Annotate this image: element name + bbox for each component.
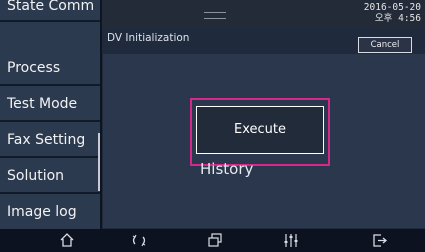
clock: 2016-05-20 오후 4:56 <box>364 2 421 24</box>
sidebar-item-image-log[interactable]: Image log <box>0 194 100 229</box>
sidebar-item-process[interactable]: Process <box>0 50 100 86</box>
windows-icon[interactable] <box>206 232 224 249</box>
exit-icon[interactable] <box>370 232 388 249</box>
sidebar-item-fax-setting[interactable]: Fax Setting <box>0 122 100 158</box>
settings-sliders-icon[interactable] <box>282 232 300 249</box>
sidebar-item-test-mode[interactable]: Test Mode <box>0 86 100 122</box>
sidebar-item-solution[interactable]: Solution <box>0 158 100 194</box>
sidebar: State Comm Process Test Mode Fax Setting… <box>0 0 102 229</box>
cancel-button[interactable]: Cancel <box>358 37 412 53</box>
screen: 2016-05-20 오후 4:56 State Comm Process Te… <box>0 0 425 252</box>
refresh-icon[interactable] <box>130 232 148 249</box>
sidebar-item-state-comm[interactable]: State Comm <box>0 0 100 22</box>
history-label[interactable]: History <box>200 160 253 178</box>
page-title: DV Initialization <box>107 32 190 44</box>
drag-handle-icon[interactable] <box>204 12 226 19</box>
sidebar-scrollbar[interactable] <box>98 133 100 191</box>
execute-button[interactable]: Execute <box>196 106 324 154</box>
bottom-nav <box>0 229 425 252</box>
clock-date: 2016-05-20 <box>363 2 421 13</box>
home-icon[interactable] <box>58 232 76 249</box>
clock-time: 오후 4:56 <box>374 13 421 24</box>
